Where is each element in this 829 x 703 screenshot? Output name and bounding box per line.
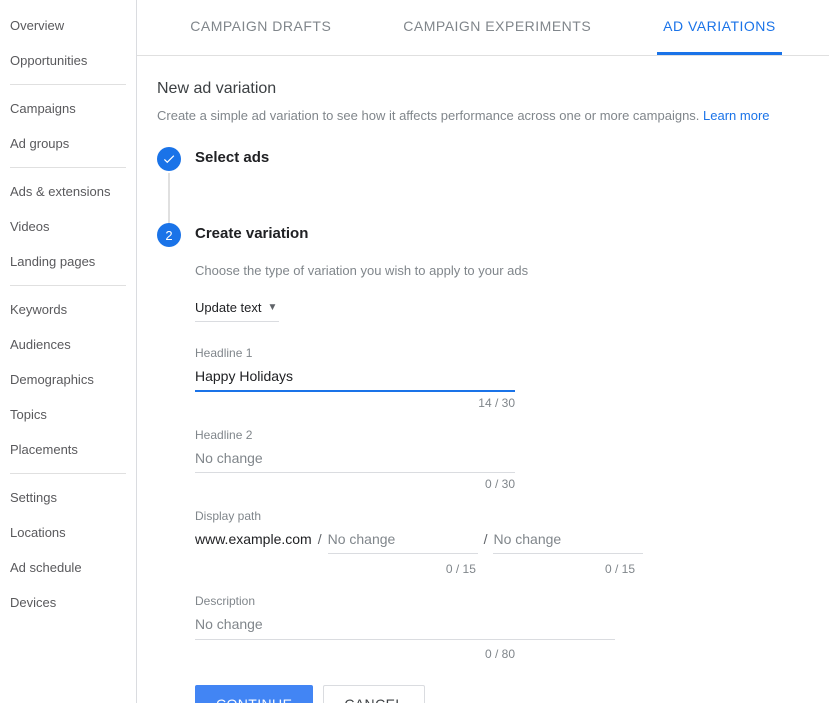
step-2-badge: 2 bbox=[157, 223, 181, 247]
continue-button[interactable]: CONTINUE bbox=[195, 685, 313, 703]
sidebar: Overview Opportunities Campaigns Ad grou… bbox=[0, 0, 137, 703]
tab-ad-variations[interactable]: AD VARIATIONS bbox=[657, 0, 782, 55]
sidebar-item-devices[interactable]: Devices bbox=[0, 585, 136, 620]
sidebar-item-topics[interactable]: Topics bbox=[0, 397, 136, 432]
tab-campaign-drafts[interactable]: CAMPAIGN DRAFTS bbox=[184, 0, 337, 55]
headline-1-label: Headline 1 bbox=[195, 346, 515, 360]
headline-1-counter: 14 / 30 bbox=[195, 396, 515, 410]
sidebar-separator bbox=[10, 285, 126, 286]
step-2: 2 Create variation bbox=[157, 223, 805, 247]
step-2-title: Create variation bbox=[195, 223, 308, 242]
headline-2-field: Headline 2 0 / 30 bbox=[195, 428, 515, 491]
display-path-label: Display path bbox=[195, 509, 635, 523]
sidebar-separator bbox=[10, 473, 126, 474]
step-1-title: Select ads bbox=[195, 147, 269, 166]
step-1: Select ads bbox=[157, 147, 805, 171]
description-label: Description bbox=[195, 594, 615, 608]
display-path-field: Display path www.example.com / / 0 / 15 … bbox=[195, 509, 635, 576]
page-subtitle: Create a simple ad variation to see how … bbox=[157, 108, 805, 123]
headline-2-label: Headline 2 bbox=[195, 428, 515, 442]
variation-type-dropdown[interactable]: Update text ▼ bbox=[195, 296, 279, 322]
sidebar-item-campaigns[interactable]: Campaigns bbox=[0, 91, 136, 126]
headline-2-input[interactable] bbox=[195, 446, 515, 473]
sidebar-item-keywords[interactable]: Keywords bbox=[0, 292, 136, 327]
path-separator: / bbox=[316, 531, 324, 547]
sidebar-item-overview[interactable]: Overview bbox=[0, 8, 136, 43]
sidebar-item-opportunities[interactable]: Opportunities bbox=[0, 43, 136, 78]
main-content: CAMPAIGN DRAFTS CAMPAIGN EXPERIMENTS AD … bbox=[137, 0, 829, 703]
learn-more-link[interactable]: Learn more bbox=[703, 108, 769, 123]
description-counter: 0 / 80 bbox=[195, 647, 515, 661]
sidebar-item-demographics[interactable]: Demographics bbox=[0, 362, 136, 397]
sidebar-item-audiences[interactable]: Audiences bbox=[0, 327, 136, 362]
headline-1-input[interactable] bbox=[195, 364, 515, 392]
display-path-base: www.example.com bbox=[195, 531, 312, 547]
chevron-down-icon: ▼ bbox=[268, 302, 278, 313]
sidebar-separator bbox=[10, 167, 126, 168]
tab-campaign-experiments[interactable]: CAMPAIGN EXPERIMENTS bbox=[397, 0, 597, 55]
display-path-2-input[interactable] bbox=[493, 527, 643, 554]
display-path-1-counter: 0 / 15 bbox=[321, 562, 476, 576]
sidebar-item-placements[interactable]: Placements bbox=[0, 432, 136, 467]
description-field: Description 0 / 80 bbox=[195, 594, 615, 661]
dropdown-label: Update text bbox=[195, 300, 262, 315]
headline-2-counter: 0 / 30 bbox=[195, 477, 515, 491]
step-2-desc: Choose the type of variation you wish to… bbox=[195, 263, 805, 278]
checkmark-icon bbox=[157, 147, 181, 171]
path-separator: / bbox=[482, 531, 490, 547]
sidebar-item-ad-schedule[interactable]: Ad schedule bbox=[0, 550, 136, 585]
display-path-2-counter: 0 / 15 bbox=[480, 562, 635, 576]
sidebar-item-locations[interactable]: Locations bbox=[0, 515, 136, 550]
sidebar-item-settings[interactable]: Settings bbox=[0, 480, 136, 515]
headline-1-field: Headline 1 14 / 30 bbox=[195, 346, 515, 410]
page-title: New ad variation bbox=[157, 80, 805, 98]
display-path-1-input[interactable] bbox=[328, 527, 478, 554]
sidebar-item-ads-extensions[interactable]: Ads & extensions bbox=[0, 174, 136, 209]
page-subtitle-text: Create a simple ad variation to see how … bbox=[157, 108, 703, 123]
tabs: CAMPAIGN DRAFTS CAMPAIGN EXPERIMENTS AD … bbox=[137, 0, 829, 56]
sidebar-item-videos[interactable]: Videos bbox=[0, 209, 136, 244]
sidebar-item-landing-pages[interactable]: Landing pages bbox=[0, 244, 136, 279]
cancel-button[interactable]: CANCEL bbox=[323, 685, 424, 703]
description-input[interactable] bbox=[195, 612, 615, 640]
sidebar-item-ad-groups[interactable]: Ad groups bbox=[0, 126, 136, 161]
sidebar-separator bbox=[10, 84, 126, 85]
